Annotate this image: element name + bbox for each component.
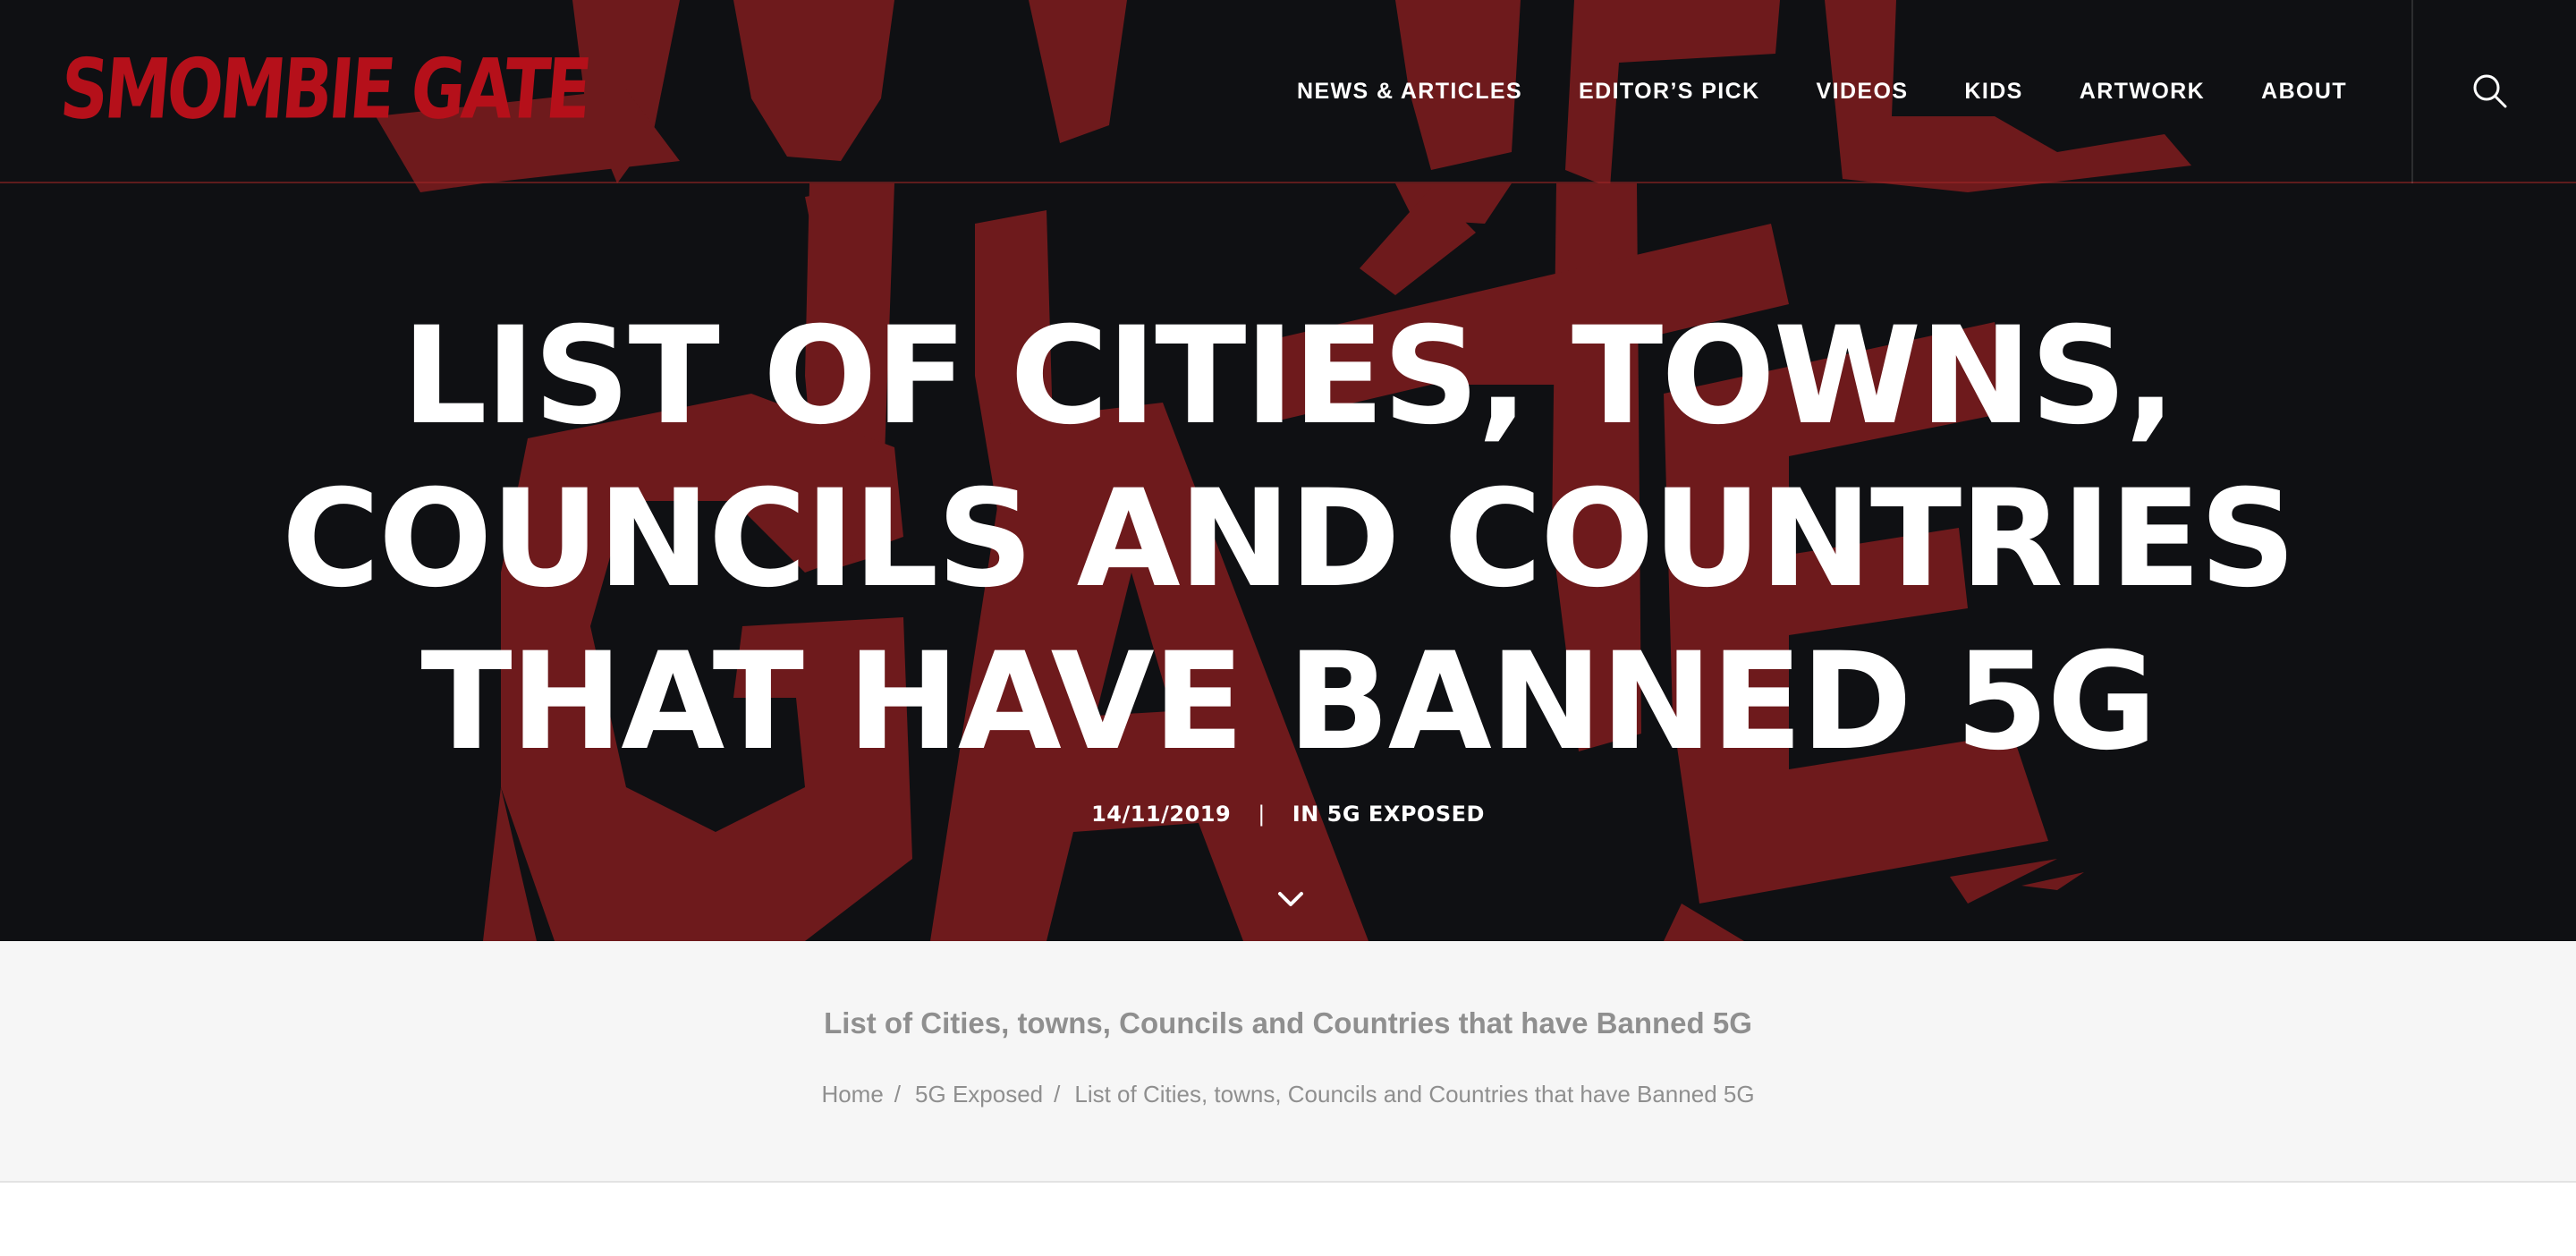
scroll-down-button[interactable]	[1275, 884, 1306, 914]
meta-separator: |	[1258, 802, 1266, 827]
article-meta: 14/11/2019 | IN 5G EXPOSED	[0, 802, 2576, 827]
header-divider	[2411, 0, 2413, 183]
site-header: SMOMBIE GATE NEWS & ARTICLES EDITOR’S PI…	[0, 0, 2576, 183]
page-title-bar: List of Cities, towns, Councils and Coun…	[0, 941, 2576, 1183]
breadcrumb-separator: /	[894, 1081, 902, 1107]
article-title: LIST OF CITIES, TOWNS, COUNCILS AND COUN…	[215, 295, 2361, 784]
nav-item-videos[interactable]: VIDEOS	[1817, 79, 1909, 105]
page-title: List of Cities, towns, Councils and Coun…	[824, 1006, 1752, 1040]
breadcrumb: Home / 5G Exposed / List of Cities, town…	[0, 1081, 2576, 1108]
main-navigation: NEWS & ARTICLES EDITOR’S PICK VIDEOS KID…	[1297, 0, 2347, 183]
search-button[interactable]	[2469, 70, 2512, 113]
breadcrumb-current: List of Cities, towns, Councils and Coun…	[1074, 1081, 1755, 1107]
breadcrumb-category[interactable]: 5G Exposed	[915, 1081, 1043, 1108]
logo-text: SMOMBIE GATE	[56, 41, 592, 138]
site-logo[interactable]: SMOMBIE GATE	[56, 36, 591, 143]
breadcrumb-separator: /	[1054, 1081, 1061, 1107]
hero-section: SMOMBIE GATE NEWS & ARTICLES EDITOR’S PI…	[0, 0, 2576, 941]
article-date: 14/11/2019	[1091, 802, 1232, 827]
nav-item-artwork[interactable]: ARTWORK	[2080, 79, 2205, 105]
nav-item-about[interactable]: ABOUT	[2261, 79, 2347, 105]
search-icon	[2473, 74, 2507, 108]
nav-item-kids[interactable]: KIDS	[1964, 79, 2022, 105]
article-title-line: LIST OF CITIES, TOWNS,	[402, 299, 2176, 454]
article-title-line: THAT HAVE BANNED 5G	[420, 624, 2157, 780]
breadcrumb-home[interactable]: Home	[821, 1081, 883, 1108]
nav-item-news-articles[interactable]: NEWS & ARTICLES	[1297, 79, 1522, 105]
nav-item-editors-pick[interactable]: EDITOR’S PICK	[1579, 79, 1760, 105]
chevron-down-icon	[1278, 892, 1303, 906]
article-category-link[interactable]: IN 5G EXPOSED	[1292, 802, 1485, 827]
article-title-line: COUNCILS AND COUNTRIES	[281, 462, 2296, 617]
